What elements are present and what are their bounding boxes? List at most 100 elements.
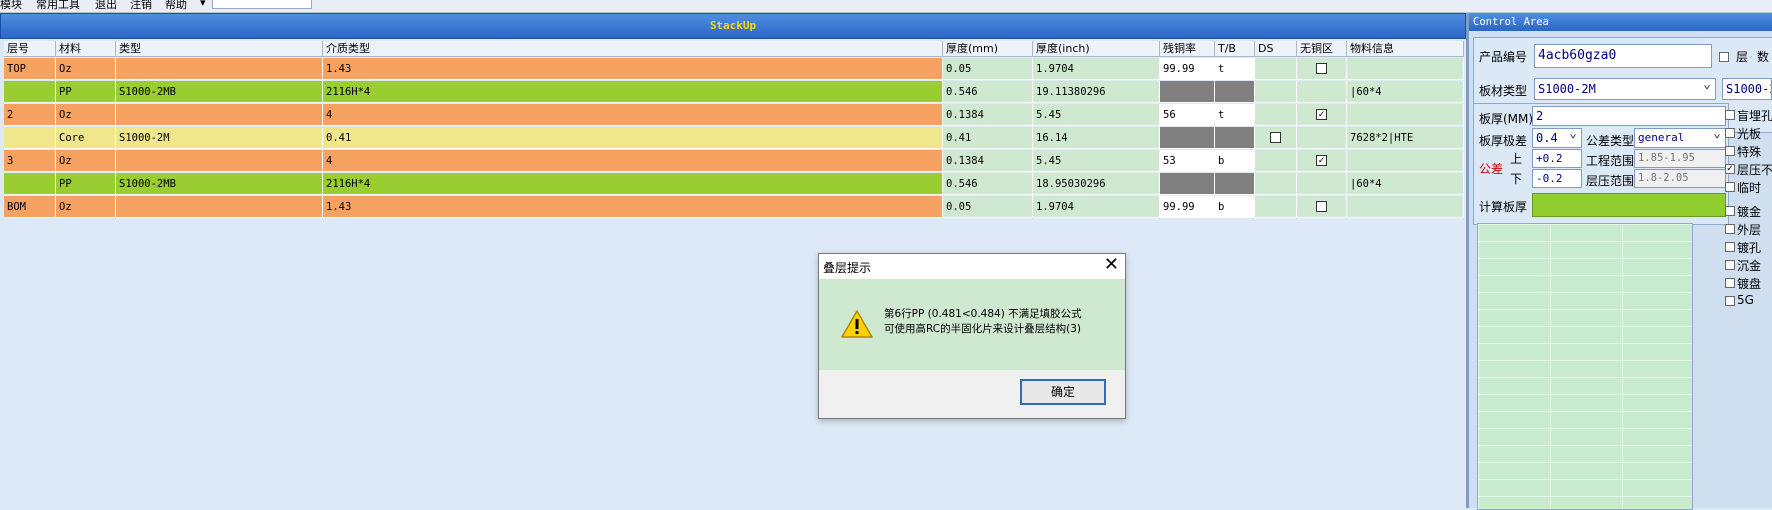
cell-dielectric[interactable]: 1.43: [323, 58, 943, 80]
cell-nocu[interactable]: [1297, 196, 1347, 218]
column-header-mm[interactable]: 厚度(mm): [943, 41, 1033, 57]
layer-checkbox[interactable]: [1719, 52, 1729, 62]
cell-type[interactable]: [116, 150, 323, 172]
cell-mm[interactable]: 0.1384: [943, 104, 1033, 126]
no-copper-checkbox[interactable]: [1316, 62, 1327, 74]
cell-ds[interactable]: [1255, 127, 1297, 149]
cell-nocu[interactable]: ✓: [1297, 150, 1347, 172]
menu-dropdown-icon[interactable]: ▾: [200, 0, 206, 9]
cell-type[interactable]: [116, 58, 323, 80]
cell-ds[interactable]: [1255, 196, 1297, 218]
cell-info[interactable]: |60*4: [1347, 81, 1464, 103]
cell-type[interactable]: [116, 104, 323, 126]
cell-info[interactable]: [1347, 58, 1464, 80]
cell-ds[interactable]: [1255, 150, 1297, 172]
side-option-checkbox[interactable]: [1725, 206, 1735, 216]
cell-tb[interactable]: t: [1215, 104, 1255, 126]
cell-layer[interactable]: 3: [4, 150, 56, 172]
cell-mm[interactable]: 0.1384: [943, 150, 1033, 172]
ds-checkbox[interactable]: [1270, 131, 1281, 143]
cell-dielectric[interactable]: 0.41: [323, 127, 943, 149]
cell-mm[interactable]: 0.41: [943, 127, 1033, 149]
cell-info[interactable]: 7628*2|HTE: [1347, 127, 1464, 149]
no-copper-checkbox[interactable]: ✓: [1316, 154, 1327, 166]
thickness-input[interactable]: 2: [1532, 106, 1726, 126]
board-type-right-select[interactable]: S1000-2: [1722, 78, 1772, 100]
cell-mm[interactable]: 0.546: [943, 173, 1033, 195]
side-option-checkbox[interactable]: [1725, 278, 1735, 288]
cell-copper[interactable]: 53: [1160, 150, 1215, 172]
side-option-checkbox[interactable]: [1725, 224, 1735, 234]
upper-tolerance-input[interactable]: +0.2: [1532, 149, 1582, 168]
cell-type[interactable]: S1000-2MB: [116, 173, 323, 195]
column-header-tb[interactable]: T/B: [1215, 41, 1255, 57]
column-header-inch[interactable]: 厚度(inch): [1033, 41, 1160, 57]
tolerance-level-select[interactable]: 0.4: [1532, 128, 1582, 148]
cell-ds[interactable]: [1255, 104, 1297, 126]
column-header-info[interactable]: 物料信息: [1347, 41, 1464, 57]
cell-mm[interactable]: 0.05: [943, 196, 1033, 218]
control-data-grid[interactable]: [1477, 223, 1693, 510]
lower-tolerance-input[interactable]: -0.2: [1532, 169, 1582, 188]
cell-tb[interactable]: [1215, 127, 1255, 149]
no-copper-checkbox[interactable]: ✓: [1316, 108, 1327, 120]
cell-type[interactable]: S1000-2M: [116, 127, 323, 149]
menu-modules[interactable]: 模块: [0, 0, 22, 12]
menu-tools[interactable]: 常用工具: [36, 0, 80, 12]
cell-inch[interactable]: 5.45: [1033, 150, 1160, 172]
cell-layer[interactable]: 2: [4, 104, 56, 126]
cell-copper[interactable]: [1160, 81, 1215, 103]
cell-layer[interactable]: TOP: [4, 58, 56, 80]
no-copper-checkbox[interactable]: [1316, 200, 1327, 212]
cell-nocu[interactable]: [1297, 81, 1347, 103]
side-option-checkbox[interactable]: [1725, 242, 1735, 252]
menu-exit[interactable]: 退出: [95, 0, 117, 12]
cell-layer[interactable]: [4, 127, 56, 149]
side-option-checkbox[interactable]: [1725, 128, 1735, 138]
cell-copper[interactable]: 99.99: [1160, 58, 1215, 80]
cell-info[interactable]: [1347, 150, 1464, 172]
cell-nocu[interactable]: [1297, 127, 1347, 149]
side-option-checkbox[interactable]: [1725, 296, 1735, 306]
cell-nocu[interactable]: [1297, 58, 1347, 80]
cell-dielectric[interactable]: 4: [323, 150, 943, 172]
cell-material[interactable]: Oz: [56, 196, 116, 218]
tolerance-type-select[interactable]: general: [1634, 128, 1726, 148]
cell-copper[interactable]: [1160, 127, 1215, 149]
cell-tb[interactable]: [1215, 81, 1255, 103]
menu-logout[interactable]: 注销: [130, 0, 152, 12]
cell-inch[interactable]: 5.45: [1033, 104, 1160, 126]
cell-inch[interactable]: 18.95030296: [1033, 173, 1160, 195]
cell-info[interactable]: [1347, 196, 1464, 218]
side-option-checkbox[interactable]: [1725, 182, 1735, 192]
cell-ds[interactable]: [1255, 58, 1297, 80]
product-code-input[interactable]: 4acb60gza0: [1534, 44, 1712, 68]
cell-layer[interactable]: [4, 81, 56, 103]
ok-button[interactable]: 确定: [1020, 379, 1106, 405]
cell-dielectric[interactable]: 2116H*4: [323, 173, 943, 195]
cell-layer[interactable]: [4, 173, 56, 195]
cell-mm[interactable]: 0.546: [943, 81, 1033, 103]
menu-help[interactable]: 帮助: [165, 0, 187, 12]
cell-material[interactable]: Oz: [56, 150, 116, 172]
cell-tb[interactable]: b: [1215, 150, 1255, 172]
cell-copper[interactable]: [1160, 173, 1215, 195]
side-option-checkbox[interactable]: [1725, 260, 1735, 270]
cell-inch[interactable]: 19.11380296: [1033, 81, 1160, 103]
cell-material[interactable]: Oz: [56, 58, 116, 80]
cell-type[interactable]: [116, 196, 323, 218]
cell-ds[interactable]: [1255, 173, 1297, 195]
column-header-type[interactable]: 类型: [116, 41, 323, 57]
cell-tb[interactable]: b: [1215, 196, 1255, 218]
cell-layer[interactable]: BOM: [4, 196, 56, 218]
cell-material[interactable]: Oz: [56, 104, 116, 126]
cell-material[interactable]: PP: [56, 81, 116, 103]
cell-info[interactable]: |60*4: [1347, 173, 1464, 195]
cell-ds[interactable]: [1255, 81, 1297, 103]
cell-info[interactable]: [1347, 104, 1464, 126]
cell-inch[interactable]: 1.9704: [1033, 58, 1160, 80]
cell-type[interactable]: S1000-2MB: [116, 81, 323, 103]
column-header-material[interactable]: 材料: [56, 41, 116, 57]
column-header-layer[interactable]: 层号: [4, 41, 56, 57]
cell-tb[interactable]: t: [1215, 58, 1255, 80]
